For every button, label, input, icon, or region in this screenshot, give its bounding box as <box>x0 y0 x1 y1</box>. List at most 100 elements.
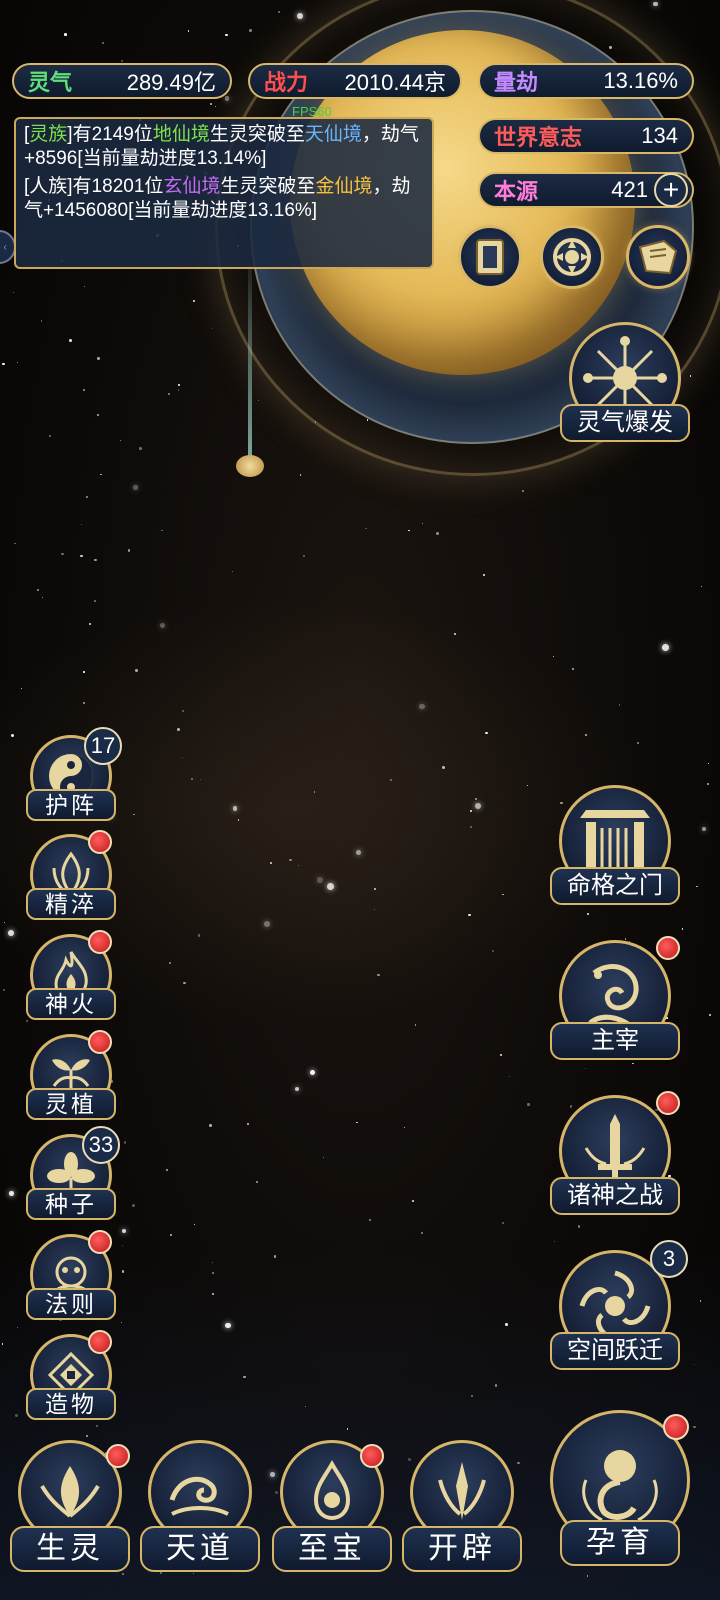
lingzhi-label: 灵植 <box>26 1088 116 1120</box>
faze-notify-dot <box>88 1230 112 1254</box>
space-jump-label: 空间跃迁 <box>550 1332 680 1370</box>
tab-shengling[interactable]: 生灵 <box>10 1440 130 1590</box>
star <box>303 554 306 558</box>
star <box>247 1123 249 1125</box>
star <box>167 393 171 396</box>
stat-liangjie[interactable]: 量劫 13.16% <box>478 63 694 99</box>
star <box>209 1124 212 1127</box>
zaowu-notify-dot <box>88 1330 112 1354</box>
star <box>211 327 213 330</box>
star <box>193 300 196 303</box>
star <box>277 11 280 14</box>
star <box>96 414 99 417</box>
zhibao-notify-dot <box>360 1444 384 1468</box>
stat-lingqi-value: 289.49亿 <box>126 70 216 95</box>
shengling-label: 生灵 <box>10 1526 130 1572</box>
log-line: [灵族]有2149位地仙境生灵突破至天仙境，劫气+8596[当前量劫进度13.1… <box>24 124 419 169</box>
star <box>123 1141 127 1144</box>
phoenix-icon <box>40 1466 100 1518</box>
stat-world-will[interactable]: 世界意志 134 <box>478 118 694 154</box>
lingzhi-notify-dot <box>88 1030 112 1054</box>
menu-jingcui[interactable]: 精淬 <box>26 830 116 924</box>
star <box>61 552 64 555</box>
huzhen-badge: 17 <box>84 727 122 765</box>
star <box>69 338 73 342</box>
star <box>210 102 213 105</box>
star <box>133 485 138 490</box>
menu-mingge-gate[interactable]: 命格之门 <box>550 785 680 905</box>
tab-tiandao[interactable]: 天道 <box>140 1440 260 1590</box>
star <box>422 523 424 525</box>
star <box>177 388 180 391</box>
star <box>13 291 14 293</box>
stat-benyuan-label: 本源 <box>494 179 539 204</box>
menu-lingzhi[interactable]: 灵植 <box>26 1030 116 1124</box>
stat-zhanli-value: 2010.44京 <box>344 70 446 95</box>
star <box>527 1103 530 1106</box>
star <box>64 33 67 36</box>
menu-zhuzai[interactable]: 主宰 <box>550 936 680 1060</box>
star <box>522 489 525 492</box>
star <box>48 434 51 438</box>
star <box>369 1218 372 1221</box>
shenhuo-label: 神火 <box>26 988 116 1020</box>
star <box>120 59 124 63</box>
star <box>407 529 410 532</box>
menu-zaowu[interactable]: 造物 <box>26 1330 116 1424</box>
card-button[interactable] <box>458 225 522 289</box>
star <box>249 29 252 32</box>
star <box>296 13 303 20</box>
menu-zhongzi[interactable]: 种子 33 <box>26 1126 120 1224</box>
huzhen-label: 护阵 <box>26 789 116 821</box>
add-benyuan-button[interactable]: + <box>654 173 688 207</box>
portal-button[interactable] <box>540 225 604 289</box>
star <box>2 362 5 366</box>
scroll-button[interactable] <box>626 225 690 289</box>
mingge-label: 命格之门 <box>550 867 680 905</box>
star <box>356 1121 359 1124</box>
star <box>127 549 131 552</box>
floating-rock[interactable] <box>236 455 264 477</box>
star <box>41 320 43 322</box>
menu-huzhen[interactable]: 护阵 17 <box>26 727 122 825</box>
menu-space-jump[interactable]: 空间跃迁 3 <box>550 1240 688 1370</box>
scroll-icon <box>638 239 678 275</box>
star <box>193 1223 195 1225</box>
star <box>119 439 122 442</box>
zhuzai-label: 主宰 <box>550 1022 680 1060</box>
tab-kaipi[interactable]: 开辟 <box>402 1440 522 1590</box>
yunyu-notify-dot <box>663 1414 689 1440</box>
star <box>652 1 658 7</box>
menu-shenhuo[interactable]: 神火 <box>26 930 116 1024</box>
star <box>421 1231 424 1234</box>
star <box>577 1225 581 1228</box>
stat-benyuan[interactable]: 本源 421 + <box>478 172 694 208</box>
spirit-burst-label: 灵气爆发 <box>560 404 690 442</box>
star <box>80 523 83 526</box>
star <box>322 1156 324 1158</box>
treasure-icon <box>313 1459 351 1521</box>
menu-gods-war[interactable]: 诸神之战 <box>550 1091 680 1215</box>
star <box>225 34 228 37</box>
star <box>85 495 89 498</box>
star <box>132 1204 136 1208</box>
star <box>224 96 230 102</box>
star <box>403 1126 405 1128</box>
realm-to: 金仙境 <box>315 176 373 197</box>
star <box>187 30 190 33</box>
spirit-burst-button[interactable]: 灵气爆发 <box>560 322 690 442</box>
star <box>138 446 142 450</box>
stat-zhanli: 战力 2010.44京 <box>248 63 462 99</box>
zhongzi-label: 种子 <box>26 1188 116 1220</box>
zhongzi-badge: 33 <box>82 1126 120 1164</box>
star <box>508 1075 510 1077</box>
star <box>84 286 86 288</box>
tab-yunyu[interactable]: 孕育 <box>545 1410 695 1566</box>
menu-faze[interactable]: 法则 <box>26 1230 116 1324</box>
star <box>165 1168 168 1171</box>
stat-liangjie-value: 13.16% <box>603 68 678 93</box>
tab-zhibao[interactable]: 至宝 <box>272 1440 392 1590</box>
star <box>14 542 16 545</box>
stat-world-will-label: 世界意志 <box>494 125 583 150</box>
star <box>412 1199 415 1203</box>
